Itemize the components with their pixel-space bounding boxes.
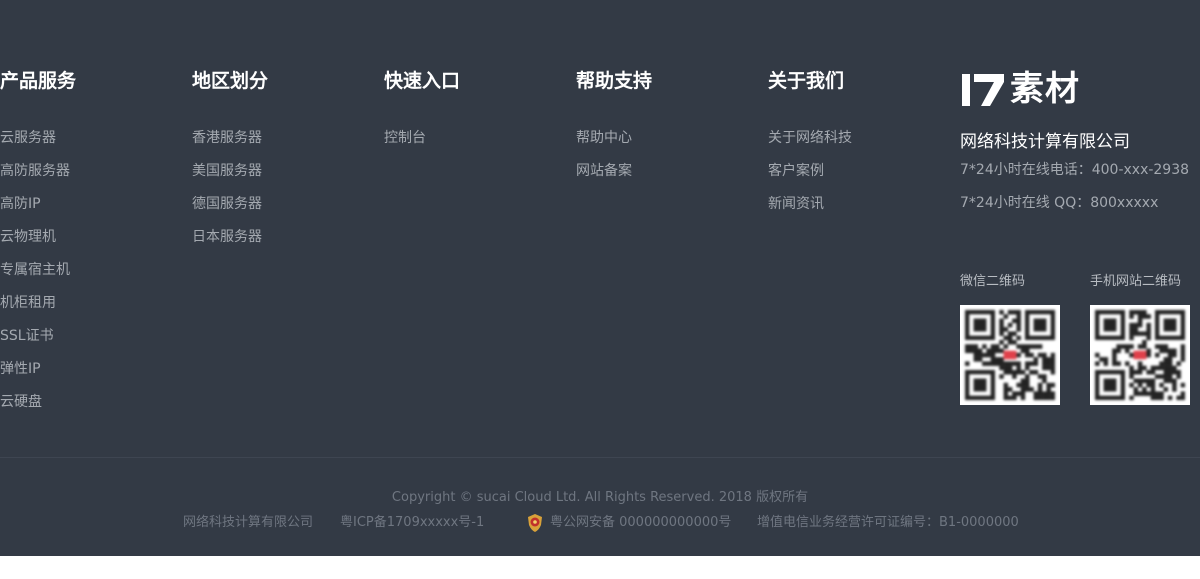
mobile-site-qr-code <box>1090 305 1190 405</box>
footer-link[interactable]: SSL证书 <box>0 320 76 353</box>
footer-link[interactable]: 关于网络科技 <box>768 122 852 155</box>
footer-col-help: 帮助支持 帮助中心 网站备案 <box>576 68 652 188</box>
footer-link[interactable]: 高防服务器 <box>0 155 76 188</box>
logo-17-mark-icon <box>962 74 1004 106</box>
footer-link[interactable]: 网站备案 <box>576 155 652 188</box>
police-badge-icon <box>528 514 542 532</box>
wechat-qr-code <box>960 305 1060 405</box>
footer-link[interactable]: 新闻资讯 <box>768 188 852 221</box>
col-title-quick-entry: 快速入口 <box>384 70 461 92</box>
footer-col-regions: 地区划分 香港服务器 美国服务器 德国服务器 日本服务器 <box>192 68 268 254</box>
telecom-license-text: 增值电信业务经营许可证编号：B1-0000000 <box>757 515 1019 530</box>
footer-link[interactable]: 云服务器 <box>0 122 76 155</box>
footer-link[interactable]: 帮助中心 <box>576 122 652 155</box>
footer-link[interactable]: 弹性IP <box>0 353 76 386</box>
help-link-list: 帮助中心 网站备案 <box>576 122 652 188</box>
qr-mobile-block: 手机网站二维码 <box>1090 272 1190 405</box>
footer-col-products: 产品服务 云服务器 高防服务器 高防IP 云物理机 专属宿主机 机柜租用 SSL… <box>0 68 76 419</box>
products-link-list: 云服务器 高防服务器 高防IP 云物理机 专属宿主机 机柜租用 SSL证书 弹性… <box>0 122 76 419</box>
logo-text: 素材 <box>1010 69 1080 109</box>
copyright-text: Copyright © sucai Cloud Ltd. All Rights … <box>391 490 809 505</box>
about-link-list: 关于网络科技 客户案例 新闻资讯 <box>768 122 852 221</box>
legal-info-row: 网络科技计算有限公司 粤ICP备1709xxxxx号-1 粤公网安备 00000… <box>0 512 1200 534</box>
footer-link[interactable]: 客户案例 <box>768 155 852 188</box>
footer-link[interactable]: 高防IP <box>0 188 76 221</box>
footer-link[interactable]: 机柜租用 <box>0 287 76 320</box>
quick-entry-link-list: 控制台 <box>384 122 460 155</box>
legal-company-name: 网络科技计算有限公司 <box>183 515 314 530</box>
regions-link-list: 香港服务器 美国服务器 德国服务器 日本服务器 <box>192 122 268 254</box>
qr-mobile-label: 手机网站二维码 <box>1090 274 1182 289</box>
brand-logo[interactable]: 素材 <box>960 68 1200 110</box>
contact-phone: 7*24小时在线电话：400-xxx-2938 <box>960 162 1190 178</box>
qr-code-icon <box>965 310 1055 400</box>
site-footer: 产品服务 云服务器 高防服务器 高防IP 云物理机 专属宿主机 机柜租用 SSL… <box>0 0 1200 556</box>
col-title-regions: 地区划分 <box>192 70 269 92</box>
qr-wechat-block: 微信二维码 <box>960 272 1060 405</box>
icp-record-link[interactable]: 粤ICP备1709xxxxx号-1 <box>340 512 484 534</box>
col-title-about: 关于我们 <box>768 70 845 92</box>
qr-code-icon <box>1095 310 1185 400</box>
police-record-link[interactable]: 粤公网安备 000000000000号 <box>550 512 731 534</box>
footer-divider <box>0 457 1200 458</box>
footer-link[interactable]: 云物理机 <box>0 221 76 254</box>
footer-link[interactable]: 日本服务器 <box>192 221 268 254</box>
qr-wechat-label: 微信二维码 <box>960 274 1026 289</box>
footer-link[interactable]: 香港服务器 <box>192 122 268 155</box>
footer-col-about: 关于我们 关于网络科技 客户案例 新闻资讯 <box>768 68 852 221</box>
footer-link[interactable]: 控制台 <box>384 122 460 155</box>
footer-link[interactable]: 美国服务器 <box>192 155 268 188</box>
company-name: 网络科技计算有限公司 <box>960 132 1130 152</box>
footer-col-quick-entry: 快速入口 控制台 <box>384 68 460 155</box>
col-title-products: 产品服务 <box>0 70 77 92</box>
footer-link[interactable]: 云硬盘 <box>0 386 76 419</box>
footer-link[interactable]: 德国服务器 <box>192 188 268 221</box>
brand-block: 素材 网络科技计算有限公司 7*24小时在线电话：400-xxx-2938 7*… <box>960 68 1200 220</box>
contact-qq: 7*24小时在线 QQ：800xxxxx <box>960 195 1159 211</box>
col-title-help: 帮助支持 <box>576 70 653 92</box>
footer-link[interactable]: 专属宿主机 <box>0 254 76 287</box>
